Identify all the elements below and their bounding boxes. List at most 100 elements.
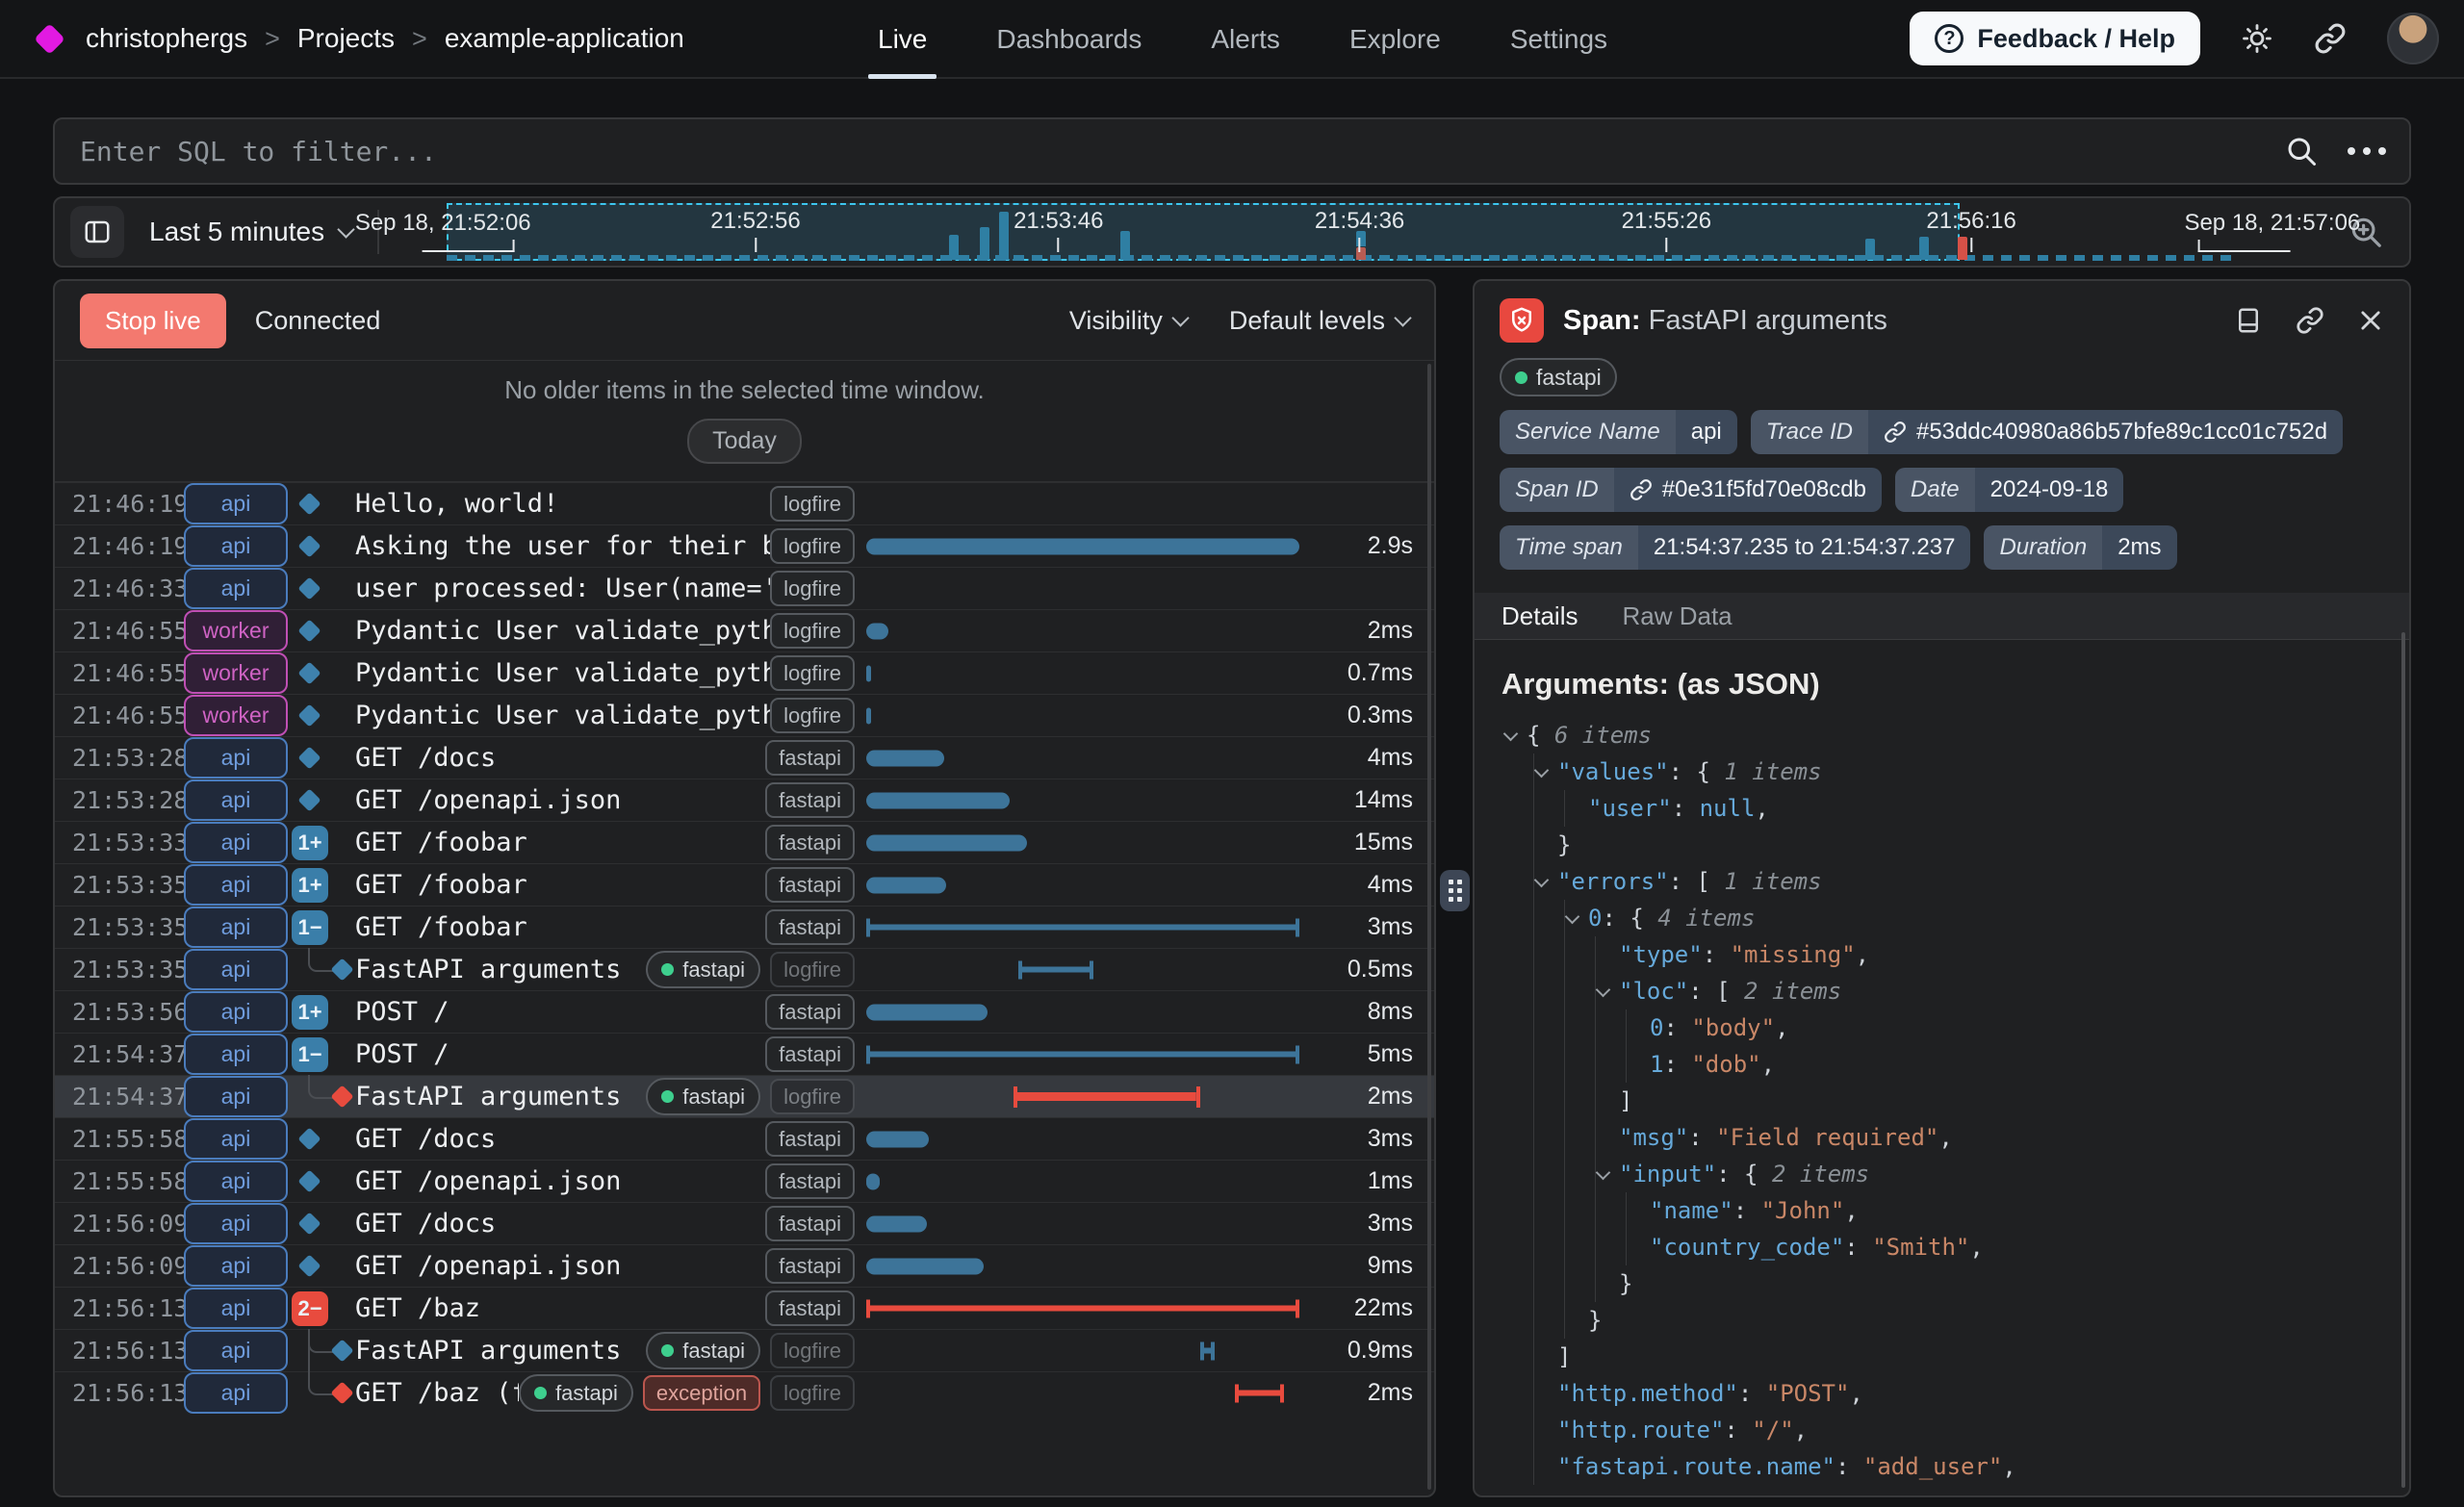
log-row[interactable]: 21:55:58apiGET /openapi.jsonfastapi1ms xyxy=(55,1160,1434,1202)
collapse-caret-icon[interactable] xyxy=(1596,983,1611,998)
indent-guide xyxy=(1626,1229,1627,1265)
timeline-histogram[interactable]: 21:52:5621:53:4621:54:3621:55:2621:56:16… xyxy=(393,198,2323,266)
json-punct: , xyxy=(1761,1051,1775,1078)
expand-toggle[interactable]: 1− xyxy=(292,1037,328,1072)
more-options-icon[interactable] xyxy=(2348,147,2386,155)
logfire-logo-icon[interactable] xyxy=(34,23,65,55)
breadcrumb-item[interactable]: example-application xyxy=(445,23,684,54)
today-button[interactable]: Today xyxy=(687,419,802,464)
default-levels-dropdown[interactable]: Default levels xyxy=(1229,306,1409,336)
log-row[interactable]: 21:56:13apiGET /baz (fofastapiexceptionl… xyxy=(55,1371,1434,1414)
sql-filter-input[interactable] xyxy=(78,135,2284,168)
timeline-selection[interactable] xyxy=(447,203,1960,261)
log-row-message: Pydantic User validate_python xyxy=(355,658,770,688)
tag-logfire: logfire xyxy=(770,1375,855,1411)
nav-tab-dashboards[interactable]: Dashboards xyxy=(996,0,1142,79)
json-line: 0: { 4 items xyxy=(1502,900,2382,936)
json-punct: , xyxy=(1794,1417,1808,1443)
collapse-caret-icon[interactable] xyxy=(1534,763,1550,779)
json-value: 1 xyxy=(1650,1051,1663,1078)
nav-tab-live[interactable]: Live xyxy=(878,0,927,79)
collapse-caret-icon[interactable] xyxy=(1534,873,1550,888)
log-row[interactable]: 21:56:09apiGET /docsfastapi3ms xyxy=(55,1202,1434,1244)
log-row[interactable]: 21:46:55workerPydantic User validate_pyt… xyxy=(55,609,1434,651)
share-link-icon[interactable] xyxy=(2314,22,2347,55)
log-row[interactable]: 21:46:55workerPydantic User validate_pyt… xyxy=(55,694,1434,736)
timeline-tick: 21:53:46 xyxy=(1014,208,1103,252)
json-punct: : xyxy=(1672,795,1700,822)
nav-tabs: Live Dashboards Alerts Explore Settings xyxy=(878,0,1607,79)
json-string: "Field required" xyxy=(1716,1124,1938,1151)
duration-bar-track xyxy=(866,822,1299,863)
log-row-icon-cell xyxy=(292,1161,346,1202)
log-row[interactable]: 21:53:35api1−GET /foobarfastapi3ms xyxy=(55,906,1434,948)
live-view-header: Stop live Connected Visibility Default l… xyxy=(55,281,1434,361)
log-row[interactable]: 21:56:13apiFastAPI argumentsfastapilogfi… xyxy=(55,1329,1434,1371)
detail-tab-details[interactable]: Details xyxy=(1502,601,1578,631)
visibility-dropdown[interactable]: Visibility xyxy=(1069,306,1187,336)
log-row[interactable]: 21:55:58apiGET /docsfastapi3ms xyxy=(55,1117,1434,1160)
log-row[interactable]: 21:53:35api1+GET /foobarfastapi4ms xyxy=(55,863,1434,906)
nav-tab-settings[interactable]: Settings xyxy=(1510,0,1607,79)
timeline-tick-mark xyxy=(1058,238,1060,252)
fastapi-tag-pill[interactable]: fastapi xyxy=(1500,358,1617,396)
sidebar-toggle-button[interactable] xyxy=(70,206,124,258)
duration-bar-track xyxy=(866,525,1299,567)
json-punct: : xyxy=(1733,1197,1761,1224)
timeline-tick-label: 21:55:26 xyxy=(1622,208,1711,235)
log-row[interactable]: 21:46:55workerPydantic User validate_pyt… xyxy=(55,651,1434,694)
duration-bar xyxy=(866,792,1010,808)
stop-live-button[interactable]: Stop live xyxy=(80,294,226,348)
expand-toggle[interactable]: 1+ xyxy=(292,868,328,903)
dock-panel-icon[interactable] xyxy=(2234,306,2263,335)
timeline-tick-label: 21:54:36 xyxy=(1315,208,1404,235)
log-row[interactable]: 21:53:35apiFastAPI argumentsfastapilogfi… xyxy=(55,948,1434,990)
log-row-icon-cell xyxy=(292,568,346,609)
log-row[interactable]: 21:54:37apiFastAPI argumentsfastapilogfi… xyxy=(55,1075,1434,1117)
json-punct: , xyxy=(1844,1197,1858,1224)
breadcrumb-item[interactable]: Projects xyxy=(297,23,395,54)
expand-toggle[interactable]: 2− xyxy=(292,1291,328,1326)
detail-tab-raw-data[interactable]: Raw Data xyxy=(1622,601,1732,631)
log-row[interactable]: 21:53:33api1+GET /foobarfastapi15ms xyxy=(55,821,1434,863)
nav-tab-alerts[interactable]: Alerts xyxy=(1211,0,1280,79)
log-row[interactable]: 21:53:28apiGET /docsfastapi4ms xyxy=(55,736,1434,779)
collapse-caret-icon[interactable] xyxy=(1503,727,1519,742)
log-row[interactable]: 21:56:09apiGET /openapi.jsonfastapi9ms xyxy=(55,1244,1434,1287)
collapse-caret-icon[interactable] xyxy=(1596,1165,1611,1181)
scrollbar-thumb[interactable] xyxy=(2401,632,2405,1488)
log-row-time: 21:46:19 xyxy=(72,490,168,518)
json-key: "fastapi.route.name" xyxy=(1557,1453,1835,1480)
indent-guide xyxy=(1564,936,1565,973)
log-row-time: 21:53:56 xyxy=(72,998,168,1026)
expand-toggle[interactable]: 1− xyxy=(292,910,328,945)
scrollbar-thumb[interactable] xyxy=(1427,364,1431,1490)
collapse-caret-icon[interactable] xyxy=(1565,909,1580,925)
feedback-help-button[interactable]: Feedback / Help xyxy=(1910,12,2200,65)
search-icon[interactable] xyxy=(2284,134,2319,168)
copy-link-icon[interactable] xyxy=(2296,306,2324,335)
breadcrumb-item[interactable]: christophergs xyxy=(86,23,247,54)
time-range-dropdown[interactable]: Last 5 minutes xyxy=(149,217,352,247)
log-row[interactable]: 21:53:28apiGET /openapi.jsonfastapi14ms xyxy=(55,779,1434,821)
log-row[interactable]: 21:46:19apiHello, world!logfire xyxy=(55,482,1434,524)
tag-fastapi: fastapi xyxy=(765,994,855,1030)
log-row[interactable]: 21:46:19apiAsking the user for their bir… xyxy=(55,524,1434,567)
nav-tab-explore[interactable]: Explore xyxy=(1349,0,1441,79)
log-row[interactable]: 21:54:37api1−POST /fastapi5ms xyxy=(55,1033,1434,1075)
log-row[interactable]: 21:56:13api2−GET /bazfastapi22ms xyxy=(55,1287,1434,1329)
json-line: 1: "dob", xyxy=(1502,1046,2382,1083)
expand-toggle[interactable]: 1+ xyxy=(292,995,328,1030)
link-icon[interactable] xyxy=(1630,478,1653,501)
close-icon[interactable] xyxy=(2357,307,2384,334)
user-avatar[interactable] xyxy=(2387,13,2439,64)
log-row-icon-cell xyxy=(292,652,346,694)
expand-toggle[interactable]: 1+ xyxy=(292,826,328,860)
tag-fastapi: fastapi xyxy=(765,740,855,776)
log-row[interactable]: 21:53:56api1+POST /fastapi8ms xyxy=(55,990,1434,1033)
panel-resize-handle[interactable] xyxy=(1440,870,1470,911)
green-dot-icon xyxy=(1515,371,1527,384)
log-row[interactable]: 21:46:33apiuser processed: User(name='An… xyxy=(55,567,1434,609)
theme-toggle-icon[interactable] xyxy=(2241,22,2273,55)
link-icon[interactable] xyxy=(1884,421,1907,444)
